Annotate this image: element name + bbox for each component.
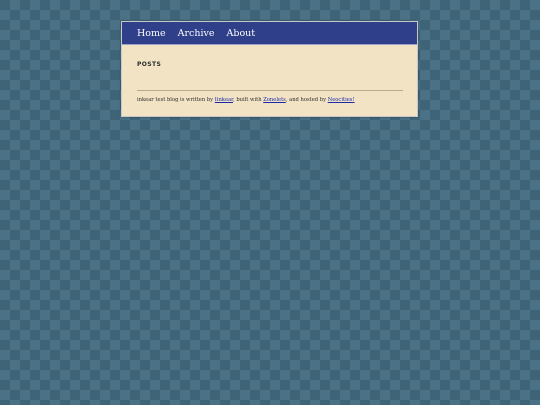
blog-container: Home Archive About POSTS inkear test blo…: [121, 21, 418, 117]
nav-link-home[interactable]: Home: [137, 28, 166, 39]
footer-text-3: , and hosted by: [285, 97, 328, 103]
footer-link-author[interactable]: Iinkear: [215, 97, 233, 103]
footer-text-2: , built with: [233, 97, 264, 103]
footer-link-builder[interactable]: Zonelets: [263, 97, 286, 103]
nav-link-about[interactable]: About: [227, 28, 256, 39]
footer-link-host[interactable]: Neocities!: [328, 97, 355, 103]
nav-link-archive[interactable]: Archive: [178, 28, 215, 39]
footer-divider: [137, 90, 403, 91]
posts-heading: POSTS: [137, 61, 162, 68]
nav-bar: Home Archive About: [122, 22, 417, 45]
footer-text-1: inkear test blog is written by: [137, 97, 215, 103]
footer: inkear test blog is written by Iinkear, …: [137, 97, 355, 103]
